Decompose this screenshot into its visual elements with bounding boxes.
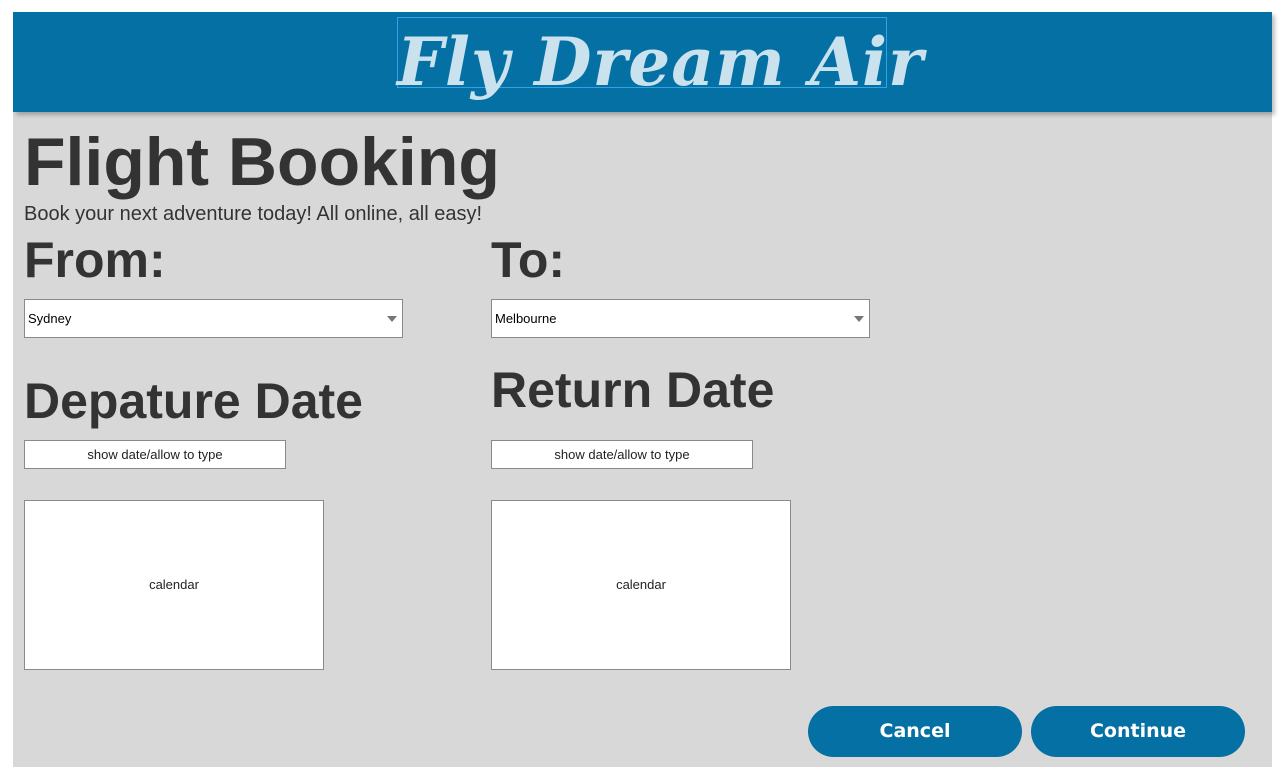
- cancel-button[interactable]: Cancel: [808, 706, 1022, 757]
- to-select-value: Melbourne: [495, 311, 557, 326]
- to-select[interactable]: Melbourne: [491, 299, 870, 338]
- from-select[interactable]: Sydney: [24, 299, 403, 338]
- from-label: From:: [24, 232, 166, 288]
- departure-date-label: Depature Date: [24, 373, 363, 429]
- to-label: To:: [491, 232, 566, 288]
- return-calendar[interactable]: calendar: [491, 500, 791, 670]
- from-select-value: Sydney: [28, 311, 72, 326]
- departure-calendar[interactable]: calendar: [24, 500, 324, 670]
- chevron-down-icon: [854, 316, 864, 322]
- page-subtitle: Book your next adventure today! All onli…: [24, 203, 483, 225]
- continue-button[interactable]: Continue: [1031, 706, 1245, 757]
- brand-logo: Fly Dream Air: [397, 23, 924, 101]
- page-title: Flight Booking: [24, 124, 500, 200]
- return-date-input[interactable]: show date/allow to type: [491, 440, 753, 469]
- departure-date-input[interactable]: show date/allow to type: [24, 440, 286, 469]
- return-date-label: Return Date: [491, 362, 775, 418]
- chevron-down-icon: [387, 316, 397, 322]
